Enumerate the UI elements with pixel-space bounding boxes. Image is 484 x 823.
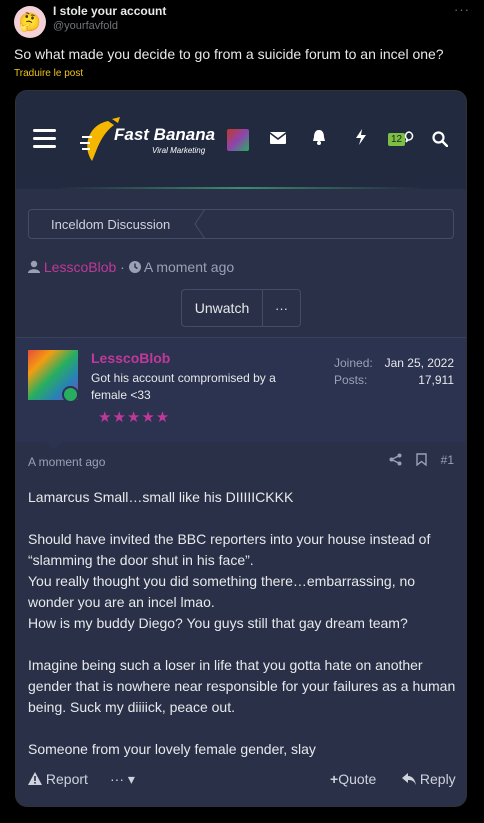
avatar-emoji: 🤔 <box>18 11 42 32</box>
logo-subtitle: Viral Marketing <box>152 146 206 155</box>
post-body: Lamarcus Small…small like his DIIIIICKKK… <box>28 487 460 781</box>
tweet-text: So what made you decide to go from a sui… <box>14 46 444 62</box>
tweet-author-handle[interactable]: @yourfavfold <box>53 20 118 32</box>
reply-button[interactable]: Reply <box>402 771 456 787</box>
chat-icon[interactable] <box>404 131 414 146</box>
tweet-author-name[interactable]: I stole your account <box>53 4 166 18</box>
thread-author-link[interactable]: LesscoBlob <box>44 259 116 275</box>
joined-value: Jan 25, 2022 <box>384 356 454 370</box>
translate-link[interactable]: Traduire le post <box>14 68 83 79</box>
post-user-title: Got his account compromised by a female … <box>91 371 276 402</box>
reply-icon <box>402 773 416 785</box>
clock-icon <box>128 261 141 273</box>
posts-label: Posts: <box>334 373 368 387</box>
unwatch-button[interactable]: Unwatch <box>182 290 263 326</box>
site-logo[interactable]: Fast Banana Viral Marketing <box>78 117 228 165</box>
bell-icon[interactable] <box>312 129 326 149</box>
more-actions-button[interactable]: ··· ▾ <box>110 771 135 788</box>
thread-button-group: Unwatch ··· <box>181 289 301 327</box>
hamburger-menu-icon[interactable] <box>33 129 56 148</box>
post-paragraph: Should have invited the BBC reporters in… <box>28 531 431 631</box>
breadcrumb-item-inceldom[interactable]: Inceldom Discussion <box>51 217 170 232</box>
breadcrumb-arrow-icon <box>194 209 206 239</box>
post-paragraph: Someone from your lovely female gender, … <box>28 741 316 757</box>
tweet-header: 🤔 I stole your account @yourfavfold ··· <box>14 2 474 40</box>
lightning-icon[interactable] <box>355 129 367 149</box>
post-paragraph: Imagine being such a loser in life that … <box>28 657 456 715</box>
tweet-avatar[interactable]: 🤔 <box>14 6 46 38</box>
logo-title: Fast Banana <box>114 125 216 144</box>
quote-label: Quote <box>338 771 377 787</box>
posts-value: 17,911 <box>418 373 454 387</box>
tweet-more-icon[interactable]: ··· <box>454 2 470 17</box>
user-avatar-icon[interactable] <box>227 129 249 151</box>
plus-icon: + <box>330 771 339 787</box>
forum-screenshot[interactable]: Fast Banana Viral Marketing 12 Inceldom … <box>15 90 467 807</box>
forum-navbar: Fast Banana Viral Marketing 12 <box>16 91 466 189</box>
thread-more-button[interactable]: ··· <box>263 290 300 326</box>
post-top-actions: #1 <box>389 453 454 467</box>
meta-separator: · <box>120 259 125 275</box>
report-label: Report <box>45 771 88 787</box>
post-paragraph: Lamarcus Small…small like his DIIIIICKKK <box>28 489 294 505</box>
bookmark-icon[interactable] <box>415 453 427 466</box>
report-button[interactable]: Report <box>28 771 88 787</box>
thread-meta: LesscoBlob · A moment ago <box>28 259 234 275</box>
share-icon[interactable] <box>389 453 402 466</box>
post-username[interactable]: LesscoBlob <box>91 350 170 366</box>
notification-badge[interactable]: 12 <box>388 133 406 146</box>
user-block-notch <box>46 442 62 450</box>
joined-label: Joined: <box>334 356 373 370</box>
user-rating-stars: ★★★★★ <box>98 409 171 426</box>
post-footer: Report ··· ▾ +Quote Reply <box>28 771 456 791</box>
warning-icon <box>28 772 42 785</box>
reply-label: Reply <box>419 771 456 787</box>
post-timestamp[interactable]: A moment ago <box>28 455 105 469</box>
online-status-indicator <box>62 386 79 403</box>
thread-time[interactable]: A moment ago <box>144 259 234 275</box>
quote-button[interactable]: +Quote <box>330 771 376 787</box>
post-number-link[interactable]: #1 <box>441 453 454 467</box>
envelope-icon[interactable] <box>269 131 287 148</box>
user-icon <box>28 260 40 273</box>
breadcrumb[interactable]: Inceldom Discussion <box>28 209 454 239</box>
search-icon[interactable] <box>432 131 449 151</box>
post-user-block: LesscoBlob Got his account compromised b… <box>16 338 466 442</box>
navbar-glow-divider <box>56 187 426 189</box>
